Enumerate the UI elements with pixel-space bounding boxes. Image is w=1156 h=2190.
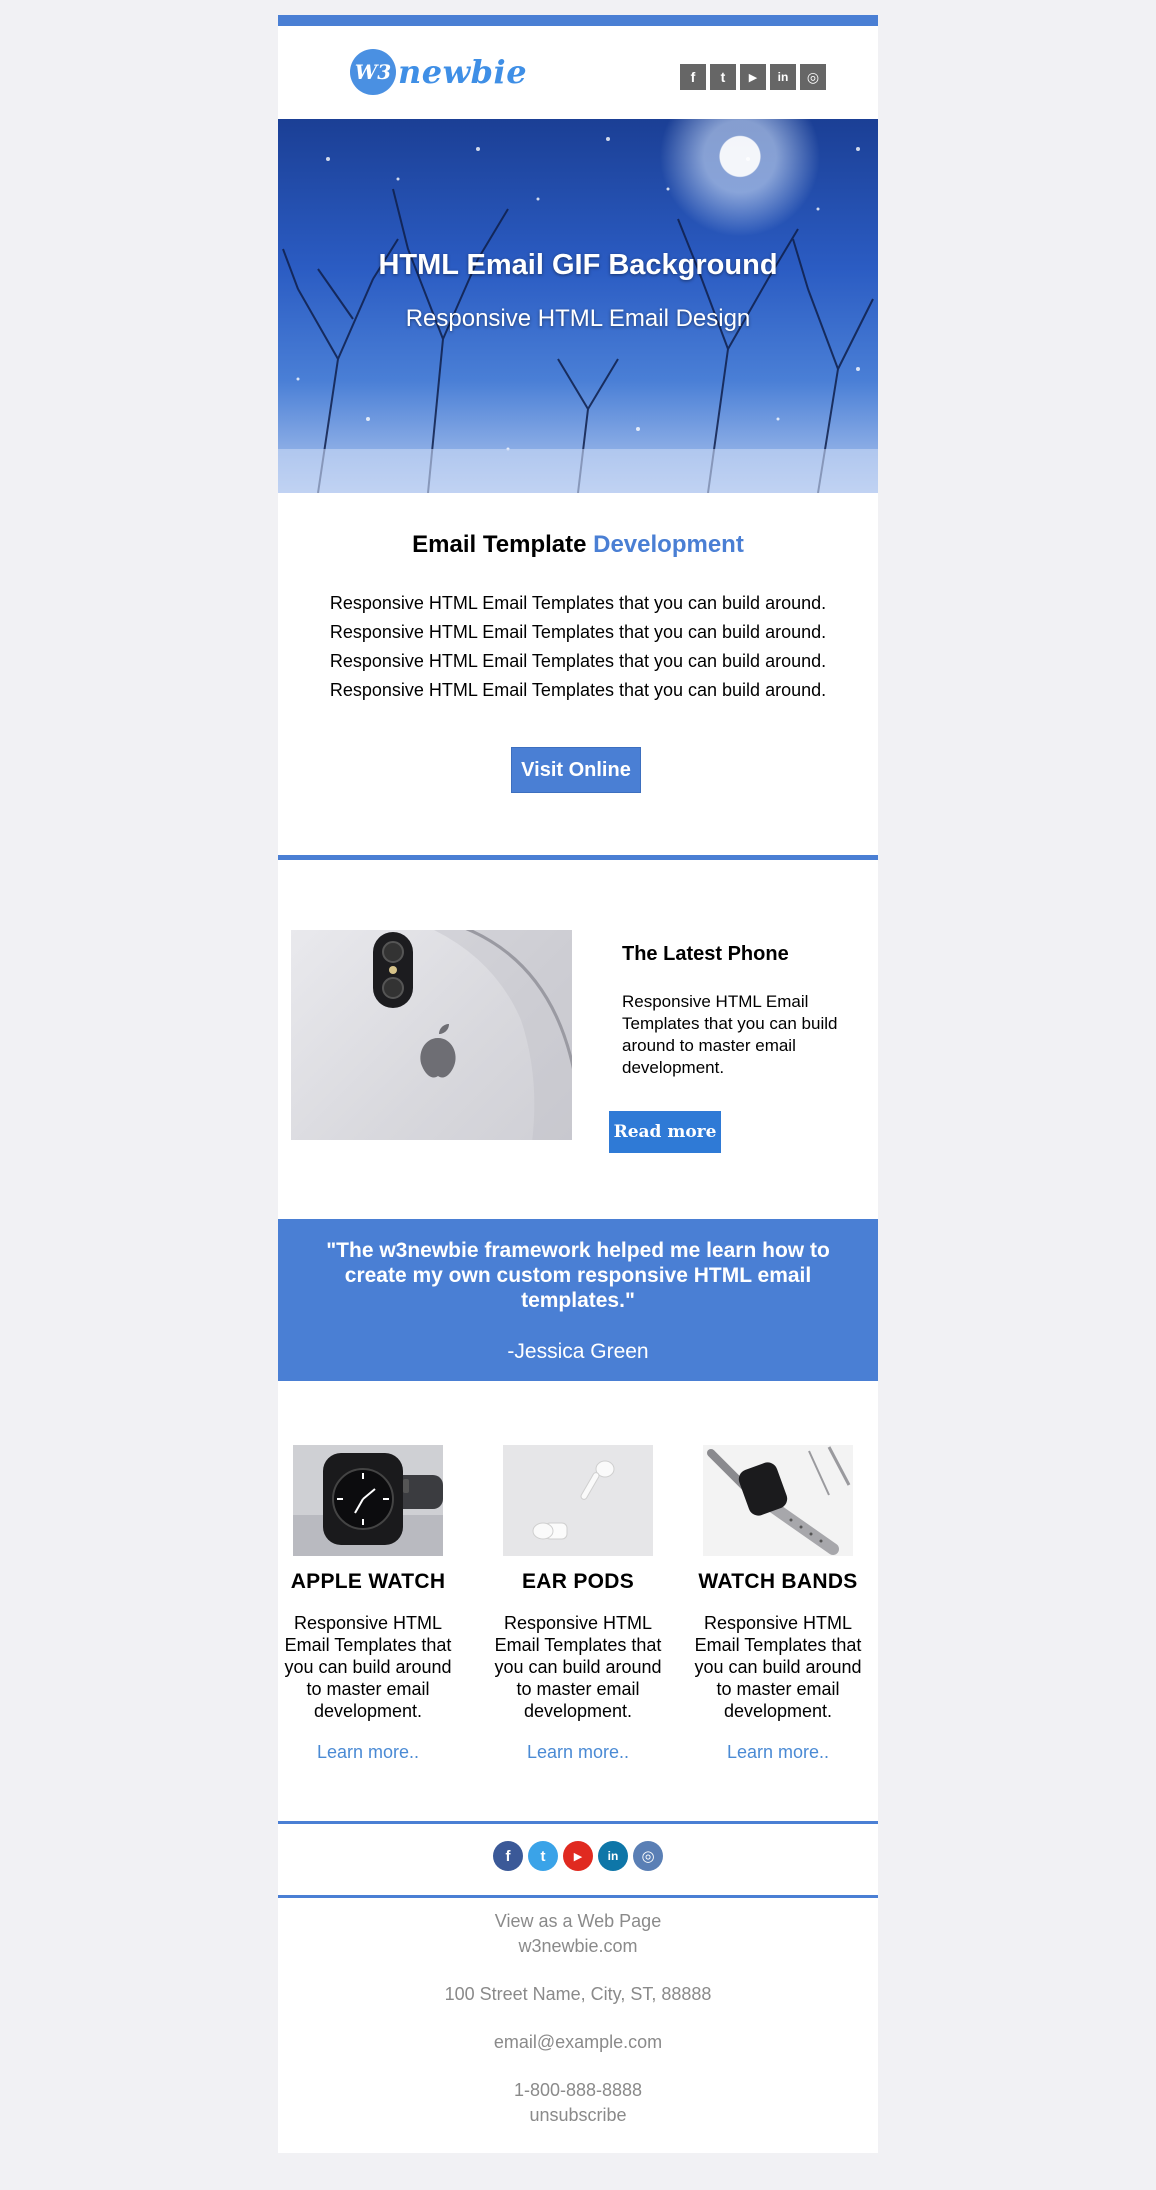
product-card: APPLE WATCH Responsive HTML Email Templa… xyxy=(280,1445,456,1763)
testimonial-author: -Jessica Green xyxy=(507,1340,649,1363)
w3newbie-logo[interactable]: W3 newbie xyxy=(350,47,527,97)
product-title: APPLE WATCH xyxy=(290,1570,446,1593)
email-container: W3 newbie f t ▶ in ◎ HTML Email GIF Back… xyxy=(278,15,878,2153)
top-accent-bar xyxy=(278,15,878,26)
learn-more-link[interactable]: Learn more.. xyxy=(490,1742,666,1763)
twitter-icon[interactable]: t xyxy=(528,1841,558,1871)
logo-badge: W3 xyxy=(350,49,396,95)
phone-illustration xyxy=(373,930,572,1140)
watch-bands-image xyxy=(703,1445,853,1556)
phone-image xyxy=(291,930,572,1140)
feature-description: Responsive HTML Email Templates that you… xyxy=(622,992,838,1077)
read-more-button[interactable]: Read more xyxy=(609,1111,721,1153)
learn-more-link[interactable]: Learn more.. xyxy=(690,1742,866,1763)
footer-top-divider xyxy=(278,1821,878,1824)
testimonial-quote: "The w3newbie framework helped me learn … xyxy=(326,1239,830,1312)
hero-banner: HTML Email GIF Background Responsive HTM… xyxy=(278,119,878,493)
apple-watch-image xyxy=(293,1445,443,1556)
section-divider xyxy=(278,855,878,860)
footer-email[interactable]: email@example.com xyxy=(278,2030,878,2055)
product-description: Responsive HTML Email Templates that you… xyxy=(494,1613,662,1721)
footer: View as a Web Page w3newbie.com 100 Stre… xyxy=(278,1909,878,2128)
unsubscribe-link[interactable]: unsubscribe xyxy=(278,2103,878,2128)
product-title: WATCH BANDS xyxy=(698,1570,858,1593)
footer-bottom-divider xyxy=(278,1895,878,1898)
intro-line: Responsive HTML Email Templates that you… xyxy=(329,651,827,671)
product-card: EAR PODS Responsive HTML Email Templates… xyxy=(490,1445,666,1763)
facebook-icon[interactable]: f xyxy=(493,1841,523,1871)
facebook-icon[interactable]: f xyxy=(680,64,706,90)
learn-more-link[interactable]: Learn more.. xyxy=(280,1742,456,1763)
site-link[interactable]: w3newbie.com xyxy=(278,1934,878,1959)
intro-heading-accent: Development xyxy=(593,531,744,558)
youtube-icon[interactable]: ▶ xyxy=(563,1841,593,1871)
linkedin-icon[interactable]: in xyxy=(598,1841,628,1871)
ear-pods-image xyxy=(503,1445,653,1556)
intro-heading-plain: Email Template xyxy=(412,531,594,558)
instagram-icon[interactable]: ◎ xyxy=(633,1841,663,1871)
youtube-icon[interactable]: ▶ xyxy=(740,64,766,90)
footer-social-icons: f t ▶ in ◎ xyxy=(493,1841,663,1871)
product-title: EAR PODS xyxy=(521,1570,635,1593)
logo-wordmark: newbie xyxy=(398,53,528,91)
product-description: Responsive HTML Email Templates that you… xyxy=(284,1613,452,1721)
hero-title: HTML Email GIF Background xyxy=(378,249,778,281)
linkedin-icon[interactable]: in xyxy=(770,64,796,90)
intro-line: Responsive HTML Email Templates that you… xyxy=(329,680,827,700)
intro-heading: Email Template Development xyxy=(278,531,878,559)
header-social-icons: f t ▶ in ◎ xyxy=(680,64,826,90)
instagram-icon[interactable]: ◎ xyxy=(800,64,826,90)
footer-phone: 1-800-888-8888 xyxy=(513,2080,643,2100)
footer-address: 100 Street Name, City, ST, 88888 xyxy=(444,1984,712,2004)
product-card: WATCH BANDS Responsive HTML Email Templa… xyxy=(690,1445,866,1763)
intro-text: Responsive HTML Email Templates that you… xyxy=(278,589,878,705)
visit-online-button[interactable]: Visit Online xyxy=(511,747,641,793)
testimonial-band: "The w3newbie framework helped me learn … xyxy=(278,1219,878,1381)
view-web-page-link[interactable]: View as a Web Page xyxy=(278,1909,878,1934)
intro-line: Responsive HTML Email Templates that you… xyxy=(329,622,827,642)
twitter-icon[interactable]: t xyxy=(710,64,736,90)
hero-subtitle: Responsive HTML Email Design xyxy=(405,305,751,332)
feature-title: The Latest Phone xyxy=(622,943,789,965)
product-description: Responsive HTML Email Templates that you… xyxy=(694,1613,862,1721)
intro-line: Responsive HTML Email Templates that you… xyxy=(329,593,827,613)
